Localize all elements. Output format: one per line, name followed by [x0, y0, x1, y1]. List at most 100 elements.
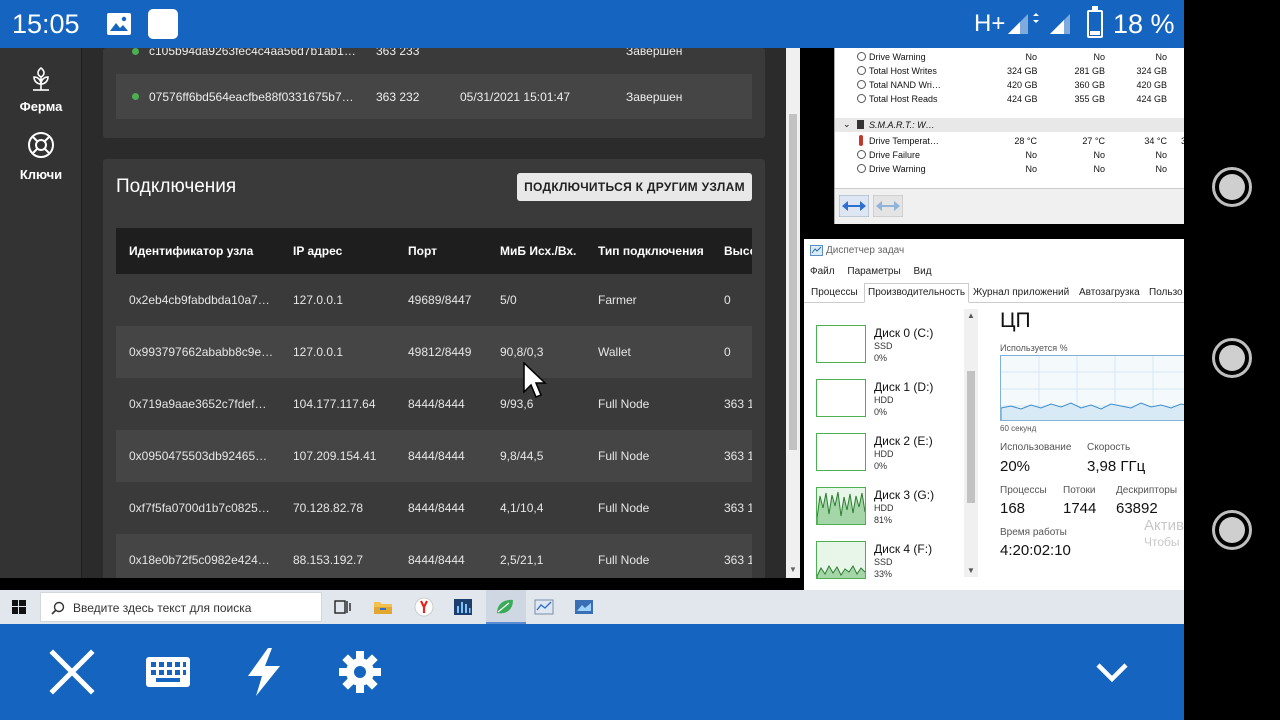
node-id: 0x993797662ababb8c9e… — [129, 345, 274, 359]
chia-taskbar-button[interactable] — [486, 590, 526, 624]
scroll-down-arrow-icon[interactable]: ▼ — [967, 566, 975, 575]
ip-address: 127.0.0.1 — [293, 345, 344, 359]
disk-name: Диск 4 (F:) — [874, 542, 933, 556]
sidebar-item-label: Ферма — [19, 99, 63, 114]
disk-item[interactable]: Диск 0 (C:) SSD 0% — [816, 325, 966, 373]
windows-activation-watermark-sub: Чтобы — [1144, 535, 1180, 549]
menu-view[interactable]: Вид — [913, 266, 931, 277]
battery-icon — [1087, 6, 1103, 38]
sensor-value: 420 GB — [1007, 80, 1038, 90]
scroll-up-arrow-icon[interactable]: ▲ — [967, 311, 975, 320]
mouse-cursor-icon — [523, 362, 547, 398]
column-header[interactable]: Идентификатор узла — [129, 244, 253, 258]
keyboard-icon[interactable] — [142, 646, 194, 698]
menu-options[interactable]: Параметры — [847, 266, 900, 277]
remote-app-taskbar-icon[interactable] — [573, 596, 595, 618]
table-row[interactable]: 0x2eb4cb9fabdbda10a7… 127.0.0.1 49689/84… — [116, 274, 752, 326]
sensor-row[interactable]: Drive Failure No No No — [835, 148, 1184, 162]
status-dot — [132, 93, 139, 100]
disk-item[interactable]: Диск 3 (G:) HDD 81% — [816, 487, 966, 535]
task-view-icon[interactable] — [331, 596, 353, 618]
connection-type: Farmer — [598, 293, 637, 307]
tab-processes[interactable]: Процессы — [808, 286, 861, 299]
taskbar-search-box[interactable]: Введите здесь текст для поиска — [40, 592, 322, 622]
connection-type: Full Node — [598, 501, 650, 515]
chia-scrollbar[interactable]: ▼ — [786, 48, 800, 578]
hwinfo-taskbar-icon[interactable] — [533, 596, 555, 618]
connect-to-other-peers-button[interactable]: ПОДКЛЮЧИТЬСЯ К ДРУГИМ УЗЛАМ — [517, 173, 752, 201]
file-explorer-icon[interactable] — [372, 596, 394, 618]
sensor-icon — [857, 52, 866, 61]
disk-item[interactable]: Диск 2 (E:) HDD 0% — [816, 433, 966, 481]
side-round-button-1[interactable] — [1212, 167, 1252, 207]
chevron-down-icon[interactable] — [1086, 646, 1138, 698]
disk-usage: 33% — [874, 569, 893, 579]
task-manager-scrollbar[interactable]: ▲ ▼ — [964, 309, 978, 577]
scrollbar-thumb[interactable] — [789, 114, 797, 450]
processes-label: Процессы — [1000, 485, 1047, 496]
menu-file[interactable]: Файл — [810, 266, 835, 277]
node-id: 0x0950475503db92465… — [129, 449, 268, 463]
tab-startup[interactable]: Автозагрузка — [1076, 286, 1143, 299]
disk-mini-graph — [816, 433, 866, 471]
side-round-button-3[interactable] — [1212, 510, 1252, 550]
sensor-row[interactable]: Drive Warning No No No — [835, 50, 1184, 64]
gear-icon[interactable] — [334, 646, 386, 698]
block-row[interactable]: 07576ff6bd564eacfbe88f0331675b7… 363 232… — [116, 74, 752, 119]
sensor-row[interactable]: Total NAND Wri… 420 GB 360 GB 420 GB — [835, 78, 1184, 92]
screen: 15:05 H+ 18 % Ферма Ключи c105b94da9263f… — [0, 0, 1280, 720]
remote-control-toolbar — [0, 624, 1184, 720]
column-header[interactable]: Высо — [724, 244, 752, 258]
connection-type: Full Node — [598, 449, 650, 463]
side-round-button-2[interactable] — [1212, 338, 1252, 378]
network-type: H+ — [974, 10, 1006, 37]
block-height: 363 232 — [376, 90, 420, 104]
table-row[interactable]: 0xf7f5fa0700d1b7c0825… 70.128.82.78 8444… — [116, 482, 752, 534]
tab-users[interactable]: Пользо — [1146, 286, 1184, 299]
task-manager-taskbar-icon[interactable] — [452, 596, 474, 618]
windows-taskbar: Введите здесь текст для поиска — [0, 590, 1184, 624]
uptime-value: 4:20:02:10 — [1000, 542, 1071, 559]
column-header[interactable]: IP адрес — [293, 244, 342, 258]
battery-percent: 18 % — [1113, 9, 1175, 39]
sensor-group-header[interactable]: ⌄ S.M.A.R.T.: W… — [835, 118, 1184, 132]
collapse-chevron-icon[interactable]: ⌄ — [843, 119, 851, 130]
status-time: 15:05 — [12, 9, 80, 39]
column-header[interactable]: Порт — [408, 244, 437, 258]
sensor-row[interactable]: Drive Warning No No No — [835, 162, 1184, 176]
table-row[interactable]: 0x0950475503db92465… 107.209.154.41 8444… — [116, 430, 752, 482]
table-row[interactable]: 0x993797662ababb8c9e… 127.0.0.1 49812/84… — [116, 326, 752, 378]
tab-app-history[interactable]: Журнал приложений — [970, 286, 1072, 299]
block-row[interactable]: c105b94da9263fec4c4aa56d7b1ab1… 363 233 … — [116, 48, 752, 70]
sensor-row[interactable]: Total Host Writes 324 GB 281 GB 324 GB — [835, 64, 1184, 78]
remote-desktop[interactable]: Ферма Ключи c105b94da9263fec4c4aa56d7b1a… — [0, 48, 1184, 624]
task-manager-tabs: Процессы Производительность Журнал прило… — [804, 283, 1184, 303]
arrows-left-right-icon[interactable] — [839, 195, 869, 217]
lightning-icon[interactable] — [238, 646, 290, 698]
tab-performance[interactable]: Производительность — [864, 283, 970, 303]
cpu-title: ЦП — [1000, 309, 1031, 332]
close-icon[interactable] — [46, 646, 98, 698]
sidebar-item-keys[interactable]: Ключи — [0, 130, 82, 182]
column-header[interactable]: Тип подключения — [598, 244, 704, 258]
disk-usage: 0% — [874, 461, 888, 471]
disk-usage: 81% — [874, 515, 893, 525]
disk-item[interactable]: Диск 4 (F:) SSD 33% — [816, 541, 966, 589]
table-row[interactable]: 0x18e0b72f5c0982e424… 88.153.192.7 8444/… — [116, 534, 752, 578]
sensor-row[interactable]: Total Host Reads 424 GB 355 GB 424 GB — [835, 92, 1184, 106]
table-row[interactable]: 0x719a9aae3652c7fdef… 104.177.117.64 844… — [116, 378, 752, 430]
sensor-row[interactable]: Drive Temperat… 28 °C 27 °C 34 °C 3 — [835, 134, 1184, 148]
yandex-browser-icon[interactable] — [413, 596, 435, 618]
scrollbar-thumb[interactable] — [967, 371, 975, 503]
sensor-icon — [857, 80, 866, 89]
sidebar-item-farm[interactable]: Ферма — [0, 64, 82, 114]
arrows-disabled-icon[interactable] — [873, 195, 903, 217]
sensor-value: 28 °C — [1014, 136, 1037, 146]
disk-item[interactable]: Диск 1 (D:) HDD 0% — [816, 379, 966, 427]
sensor-value: No — [1093, 164, 1105, 174]
windows-start-icon[interactable] — [12, 600, 26, 614]
column-header[interactable]: МиБ Исх./Вх. — [500, 244, 576, 258]
scroll-down-arrow-icon[interactable]: ▼ — [789, 565, 797, 574]
block-status: Завершен — [626, 90, 683, 104]
port: 49812/8449 — [408, 345, 472, 359]
